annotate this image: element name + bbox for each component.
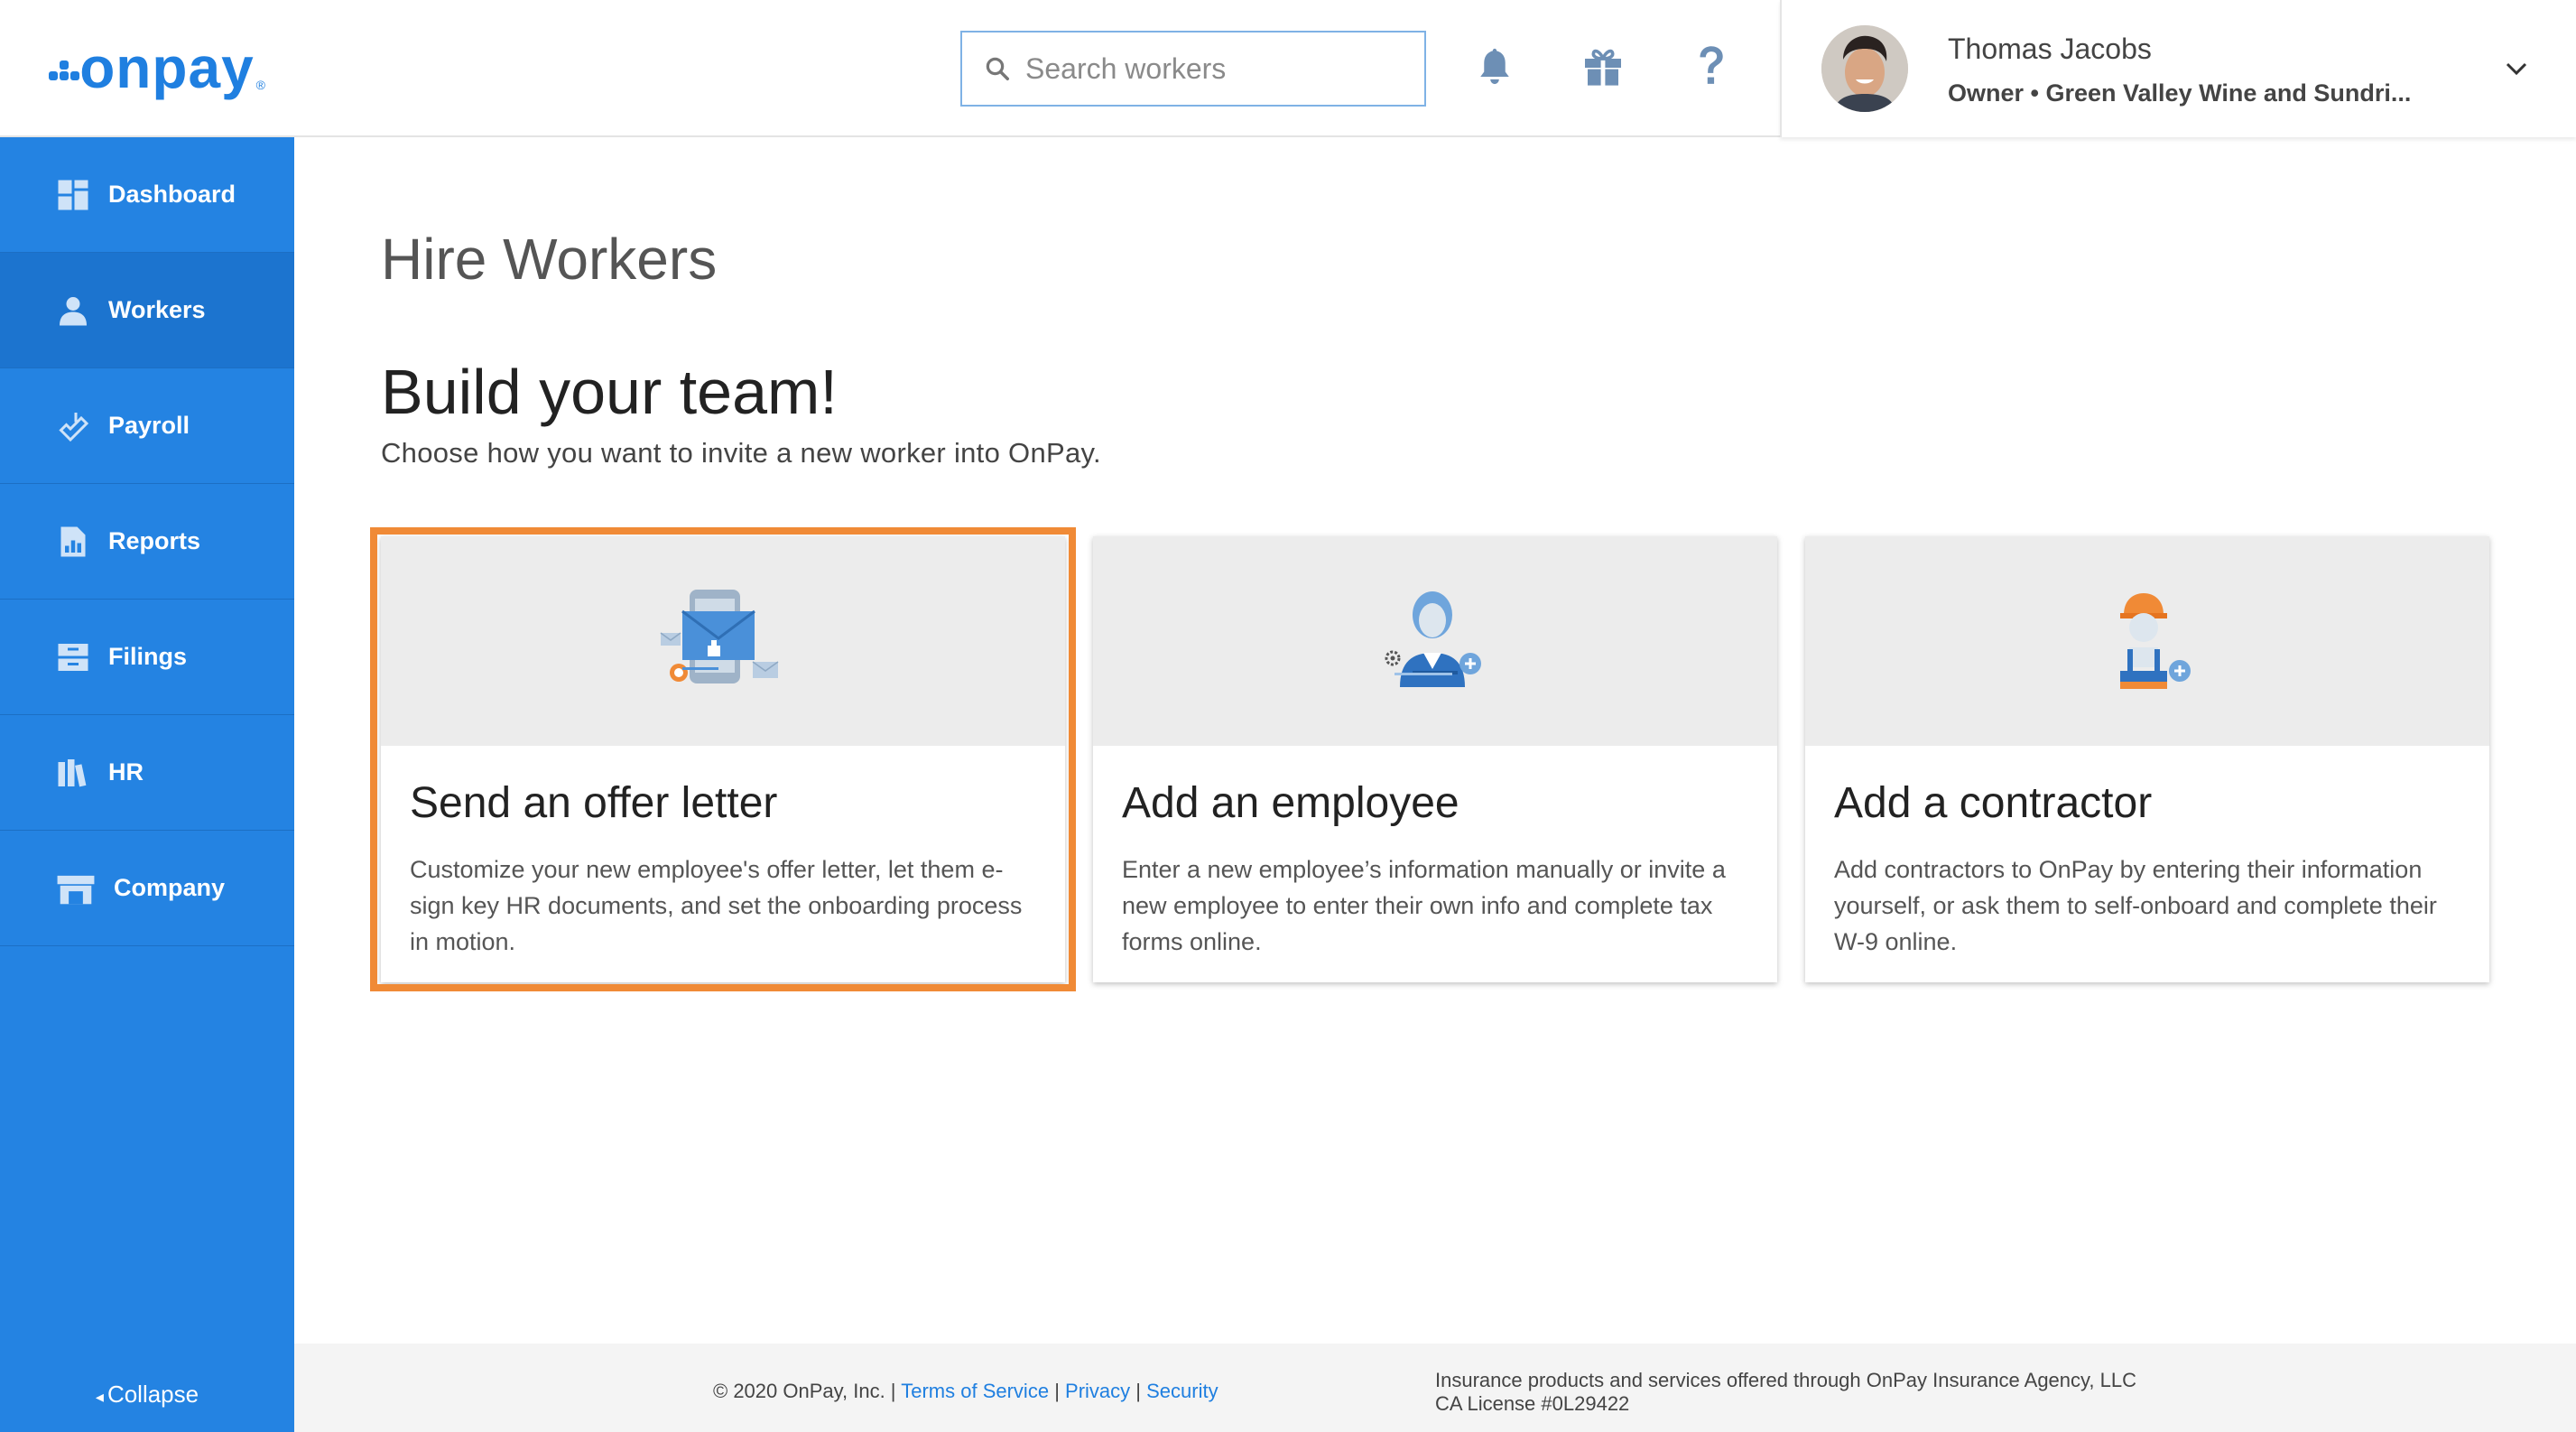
sidebar-item-label: Payroll — [108, 412, 190, 439]
offer-letter-card[interactable]: Send an offer letter Customize your new … — [381, 536, 1065, 982]
card-title: Send an offer letter — [410, 779, 778, 827]
sidebar-item-dashboard[interactable]: Dashboard — [0, 137, 294, 253]
sidebar-item-filings[interactable]: Filings — [0, 600, 294, 715]
insurance-line: Insurance products and services offered … — [1435, 1369, 2136, 1391]
sidebar-item-label: Reports — [108, 527, 201, 554]
workers-icon — [56, 293, 90, 328]
search-box[interactable] — [960, 31, 1426, 107]
sidebar-item-hr[interactable]: HR — [0, 715, 294, 831]
user-menu[interactable]: Thomas Jacobs Owner • Green Valley Wine … — [1780, 0, 2576, 137]
sidebar: Dashboard Workers Payroll Reports Filing… — [0, 137, 294, 1432]
company-icon — [56, 871, 96, 906]
card-description: Enter a new employee’s information manua… — [1122, 856, 1726, 955]
card-title: Add a contractor — [1834, 779, 2153, 827]
bell-icon[interactable] — [1466, 38, 1524, 96]
footer: © 2020 OnPay, Inc. | Terms of Service | … — [294, 1344, 2576, 1432]
user-name: Thomas Jacobs — [1948, 33, 2152, 65]
add-employee-card[interactable]: Add an employee Enter a new employee’s i… — [1093, 536, 1777, 982]
logo-reg-mark: ® — [255, 78, 265, 92]
search-input[interactable] — [1024, 51, 1406, 87]
sidebar-item-label: Dashboard — [108, 181, 236, 208]
contractor-icon — [2120, 593, 2191, 689]
logo-mark-icon — [49, 50, 79, 86]
sidebar-item-reports[interactable]: Reports — [0, 484, 294, 600]
caret-left-icon: ◂ — [95, 1388, 104, 1406]
security-link[interactable]: Security — [1146, 1380, 1218, 1402]
user-role: Owner • Green Valley Wine and Sundri... — [1948, 79, 2412, 107]
logo-text: onpay — [79, 35, 255, 100]
sidebar-item-payroll[interactable]: Payroll — [0, 368, 294, 484]
card-illustration — [381, 536, 1065, 746]
reports-icon — [56, 525, 90, 559]
insurance-notice: Insurance products and services offered … — [1435, 1369, 2136, 1416]
sidebar-item-label: Filings — [108, 643, 187, 670]
sidebar-item-workers[interactable]: Workers — [0, 253, 294, 368]
sidebar-item-label: HR — [108, 758, 144, 786]
footer-separator: | — [1135, 1380, 1141, 1402]
terms-link[interactable]: Terms of Service — [901, 1380, 1049, 1402]
gift-icon[interactable] — [1574, 38, 1632, 96]
card-description: Customize your new employee's offer lett… — [410, 856, 1023, 955]
payroll-icon — [56, 409, 90, 443]
privacy-link[interactable]: Privacy — [1065, 1380, 1130, 1402]
sidebar-item-label: Company — [114, 874, 226, 901]
sidebar-item-company[interactable]: Company — [0, 831, 294, 946]
offer-letter-icon — [660, 590, 779, 683]
collapse-label: Collapse — [107, 1381, 199, 1408]
help-icon[interactable] — [1682, 38, 1740, 96]
top-bar: onpay ® Search workers Thomas Jacobs Own… — [0, 0, 2576, 137]
section-description: Choose how you want to invite a new work… — [381, 437, 1101, 469]
page-title: Hire Workers — [381, 227, 718, 292]
chevron-down-icon[interactable] — [2498, 51, 2534, 87]
card-description: Add contractors to OnPay by entering the… — [1834, 856, 2437, 955]
card-illustration — [1805, 536, 2489, 746]
footer-separator: | — [1054, 1380, 1060, 1402]
hr-icon — [56, 756, 90, 790]
license-line: CA License #0L29422 — [1435, 1392, 1630, 1415]
sidebar-item-label: Workers — [108, 296, 206, 323]
search-icon — [986, 57, 1009, 80]
footer-links: © 2020 OnPay, Inc. | Terms of Service | … — [713, 1380, 1219, 1403]
copyright-text: © 2020 OnPay, Inc. | — [713, 1380, 896, 1402]
card-title: Add an employee — [1122, 779, 1459, 827]
dashboard-icon — [56, 178, 90, 212]
avatar[interactable] — [1821, 25, 1908, 112]
employee-icon — [1385, 591, 1481, 687]
onpay-logo[interactable]: onpay ® — [49, 36, 265, 99]
add-contractor-card[interactable]: Add a contractor Add contractors to OnPa… — [1805, 536, 2489, 982]
card-illustration — [1093, 536, 1777, 746]
section-heading: Build your team! — [381, 357, 838, 427]
collapse-button[interactable]: ◂ Collapse — [0, 1381, 294, 1409]
filings-icon — [56, 640, 90, 674]
